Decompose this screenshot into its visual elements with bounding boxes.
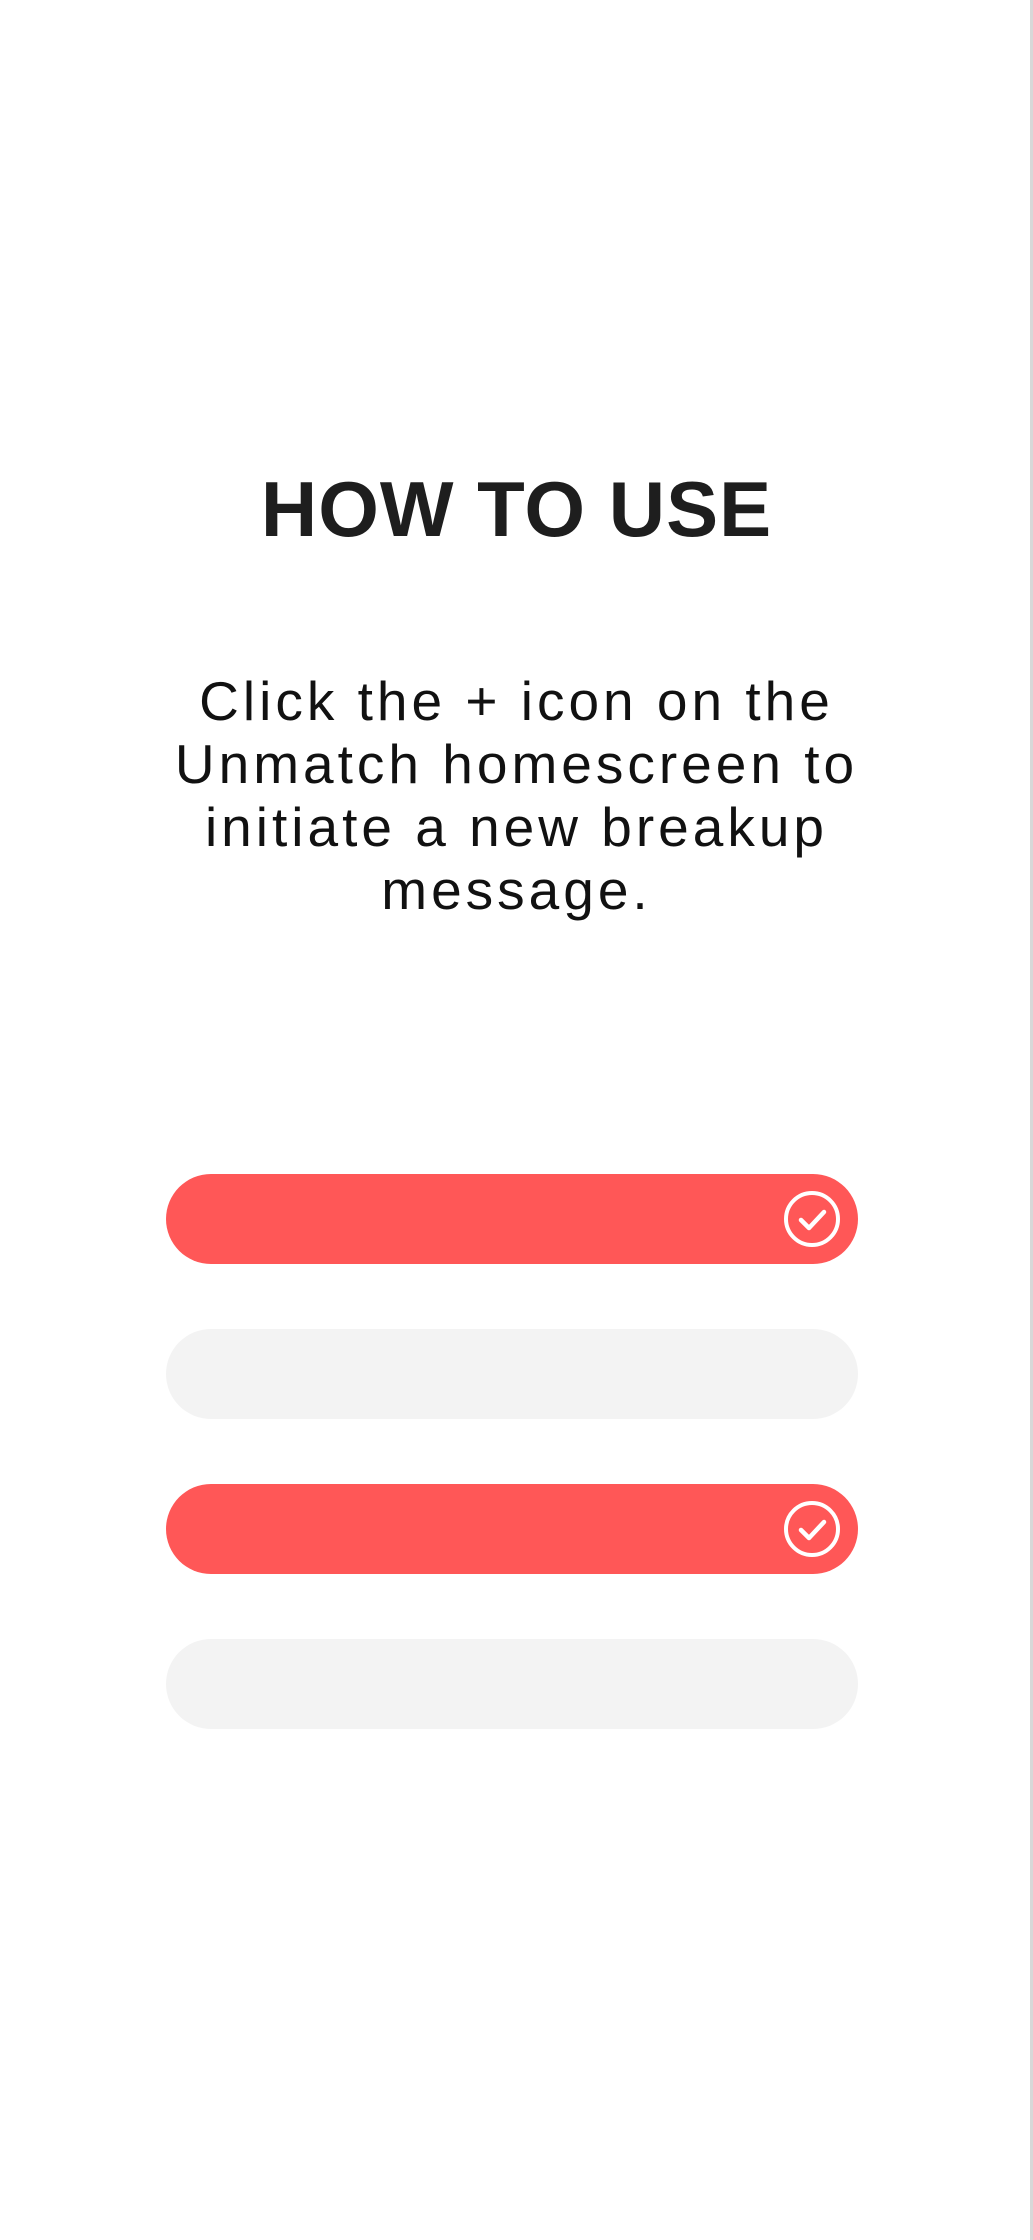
option-row-3[interactable]	[166, 1484, 858, 1574]
option-row-2[interactable]	[166, 1329, 858, 1419]
option-row-4[interactable]	[166, 1639, 858, 1729]
option-row-1[interactable]	[166, 1174, 858, 1264]
how-to-use-screen: HOW TO USE Click the + icon on the Unmat…	[0, 0, 1033, 2240]
instruction-text: Click the + icon on the Unmatch homescre…	[174, 670, 859, 921]
page-title: HOW TO USE	[260, 465, 773, 553]
check-circle-icon	[784, 1191, 840, 1247]
check-circle-icon	[784, 1501, 840, 1557]
options-list	[166, 1174, 858, 1794]
